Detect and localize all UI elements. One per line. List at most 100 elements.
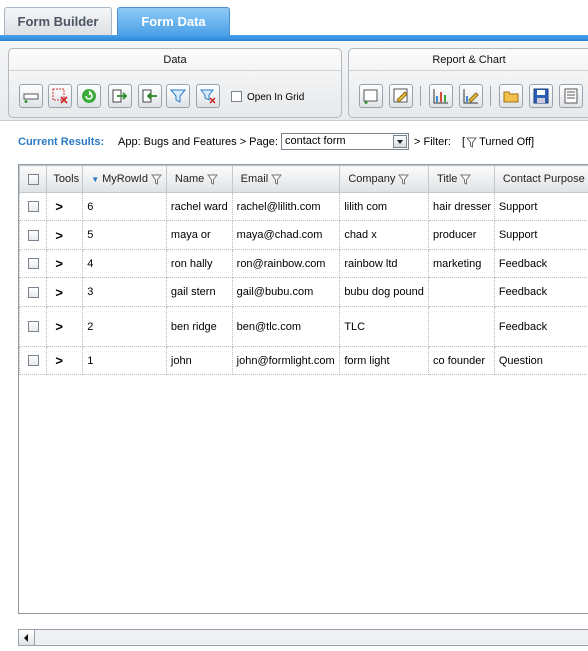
table-row[interactable]: >3 gail stern gail@bubu.com bubu dog pound F… <box>18 277 588 307</box>
company-cell[interactable]: form light <box>339 346 430 375</box>
filter-state[interactable]: [Turned Off] <box>462 136 534 148</box>
row-expand-icon[interactable]: > <box>55 228 63 243</box>
report-chart-panel: Report & Chart <box>348 48 588 118</box>
name-cell[interactable]: maya or <box>165 220 233 250</box>
company-cell[interactable]: rainbow ltd <box>339 249 430 278</box>
name-cell[interactable]: gail stern <box>165 277 233 307</box>
table-row[interactable]: >5 maya or maya@chad.com chad x producer Supp… <box>18 220 588 250</box>
page-select[interactable]: contact form <box>281 133 409 150</box>
company-cell[interactable]: bubu dog pound <box>339 277 430 307</box>
row-checkbox[interactable] <box>28 201 39 213</box>
column-header-company[interactable]: Company <box>339 165 430 193</box>
delete-rows-icon <box>52 88 68 104</box>
email-cell[interactable]: rachel@lilith.com <box>231 192 341 221</box>
contact-purpose-cell[interactable]: Question <box>493 346 588 375</box>
table-row[interactable]: >4 ron hally ron@rainbow.com rainbow ltd mar… <box>18 249 588 278</box>
name-cell[interactable]: rachel ward <box>165 192 233 221</box>
edit-chart-button[interactable] <box>459 84 483 108</box>
column-filter-icon[interactable] <box>398 174 410 185</box>
row-id-cell[interactable]: 5 <box>82 220 167 250</box>
export-button[interactable] <box>108 84 132 108</box>
row-checkbox[interactable] <box>28 355 39 367</box>
refresh-button[interactable] <box>77 84 101 108</box>
delete-rows-button[interactable] <box>48 84 72 108</box>
row-expand-icon[interactable]: > <box>55 285 63 300</box>
email-cell[interactable]: maya@chad.com <box>231 220 341 250</box>
column-header-myrowid[interactable]: ▼ MyRowId <box>82 165 167 193</box>
row-expand-icon[interactable]: > <box>55 256 63 271</box>
horizontal-scrollbar[interactable] <box>18 629 588 646</box>
contact-purpose-cell[interactable]: Support <box>493 192 588 221</box>
row-id-cell[interactable]: 6 <box>82 192 167 221</box>
import-button[interactable] <box>138 84 162 108</box>
name-cell[interactable]: ben ridge <box>165 306 233 347</box>
add-row-icon <box>23 93 39 103</box>
chart-button[interactable] <box>429 84 453 108</box>
row-id-cell[interactable]: 2 <box>82 306 167 347</box>
sort-desc-icon[interactable]: ▼ <box>91 175 99 184</box>
open-button[interactable] <box>499 84 523 108</box>
edit-report-icon <box>393 88 408 103</box>
row-checkbox[interactable] <box>28 286 39 298</box>
column-filter-icon[interactable] <box>207 174 219 185</box>
row-expand-icon[interactable]: > <box>55 353 63 368</box>
chevron-down-icon[interactable] <box>393 135 407 148</box>
row-expand-icon[interactable]: > <box>55 199 63 214</box>
row-tools-cell: > <box>46 192 84 221</box>
title-cell[interactable]: marketing <box>428 249 495 278</box>
column-header-contact-purpose[interactable]: Contact Purpose <box>493 165 588 193</box>
name-cell[interactable]: john <box>165 346 233 375</box>
email-cell[interactable]: ron@rainbow.com <box>231 249 341 278</box>
company-cell[interactable]: lilith com <box>339 192 430 221</box>
company-cell[interactable]: chad x <box>339 220 430 250</box>
tab-form-builder[interactable]: Form Builder <box>4 7 112 36</box>
row-checkbox[interactable] <box>28 258 39 270</box>
column-filter-icon[interactable] <box>150 174 162 185</box>
new-report-button[interactable] <box>359 84 383 108</box>
table-row[interactable]: >6 rachel ward rachel@lilith.com lilith com… <box>18 192 588 221</box>
column-filter-icon[interactable] <box>271 174 283 185</box>
title-cell[interactable] <box>428 306 495 347</box>
email-cell[interactable]: john@formlight.com <box>231 346 341 375</box>
row-expand-icon[interactable]: > <box>55 319 63 334</box>
row-id-cell[interactable]: 1 <box>82 346 167 375</box>
add-row-button[interactable] <box>19 84 43 108</box>
title-cell[interactable]: hair dresser <box>428 192 495 221</box>
email-cell[interactable]: ben@tlc.com <box>231 306 341 347</box>
clear-filter-icon <box>200 89 216 104</box>
edit-report-button[interactable] <box>389 84 413 108</box>
contact-purpose-cell[interactable]: Feedback <box>493 306 588 347</box>
column-filter-icon[interactable] <box>460 174 472 185</box>
email-cell[interactable]: gail@bubu.com <box>231 277 341 307</box>
clear-filter-button[interactable] <box>196 84 220 108</box>
contact-purpose-cell[interactable]: Feedback <box>493 249 588 278</box>
row-checkbox[interactable] <box>28 229 39 241</box>
column-header-tools[interactable]: Tools <box>46 165 84 193</box>
column-label: MyRowId <box>102 173 148 185</box>
title-cell[interactable]: co founder <box>428 346 495 375</box>
column-header-title[interactable]: Title <box>428 165 495 193</box>
contact-purpose-cell[interactable]: Support <box>493 220 588 250</box>
report-panel-title: Report & Chart <box>349 49 588 71</box>
save-button[interactable] <box>529 84 553 108</box>
filter-button[interactable] <box>166 84 190 108</box>
save-icon <box>533 88 549 104</box>
row-checkbox[interactable] <box>28 321 39 333</box>
row-id-cell[interactable]: 4 <box>82 249 167 278</box>
column-header-email[interactable]: Email <box>231 165 341 193</box>
title-cell[interactable] <box>428 277 495 307</box>
name-cell[interactable]: ron hally <box>165 249 233 278</box>
scroll-left-arrow-icon[interactable] <box>19 630 35 645</box>
tab-form-data[interactable]: Form Data <box>117 7 230 36</box>
table-row[interactable]: >2 ben ridge ben@tlc.com TLC Feedback <box>18 306 588 347</box>
title-cell[interactable]: producer <box>428 220 495 250</box>
contact-purpose-cell[interactable]: Feedback <box>493 277 588 307</box>
select-all-checkbox[interactable] <box>28 173 39 185</box>
column-header-name[interactable]: Name <box>165 165 233 193</box>
row-id-cell[interactable]: 3 <box>82 277 167 307</box>
table-row[interactable]: >1 john john@formlight.com form light co fou… <box>18 346 588 375</box>
list-button[interactable] <box>559 84 583 108</box>
column-label: Name <box>174 173 205 185</box>
open-in-grid-checkbox[interactable] <box>231 91 242 102</box>
company-cell[interactable]: TLC <box>339 306 430 347</box>
